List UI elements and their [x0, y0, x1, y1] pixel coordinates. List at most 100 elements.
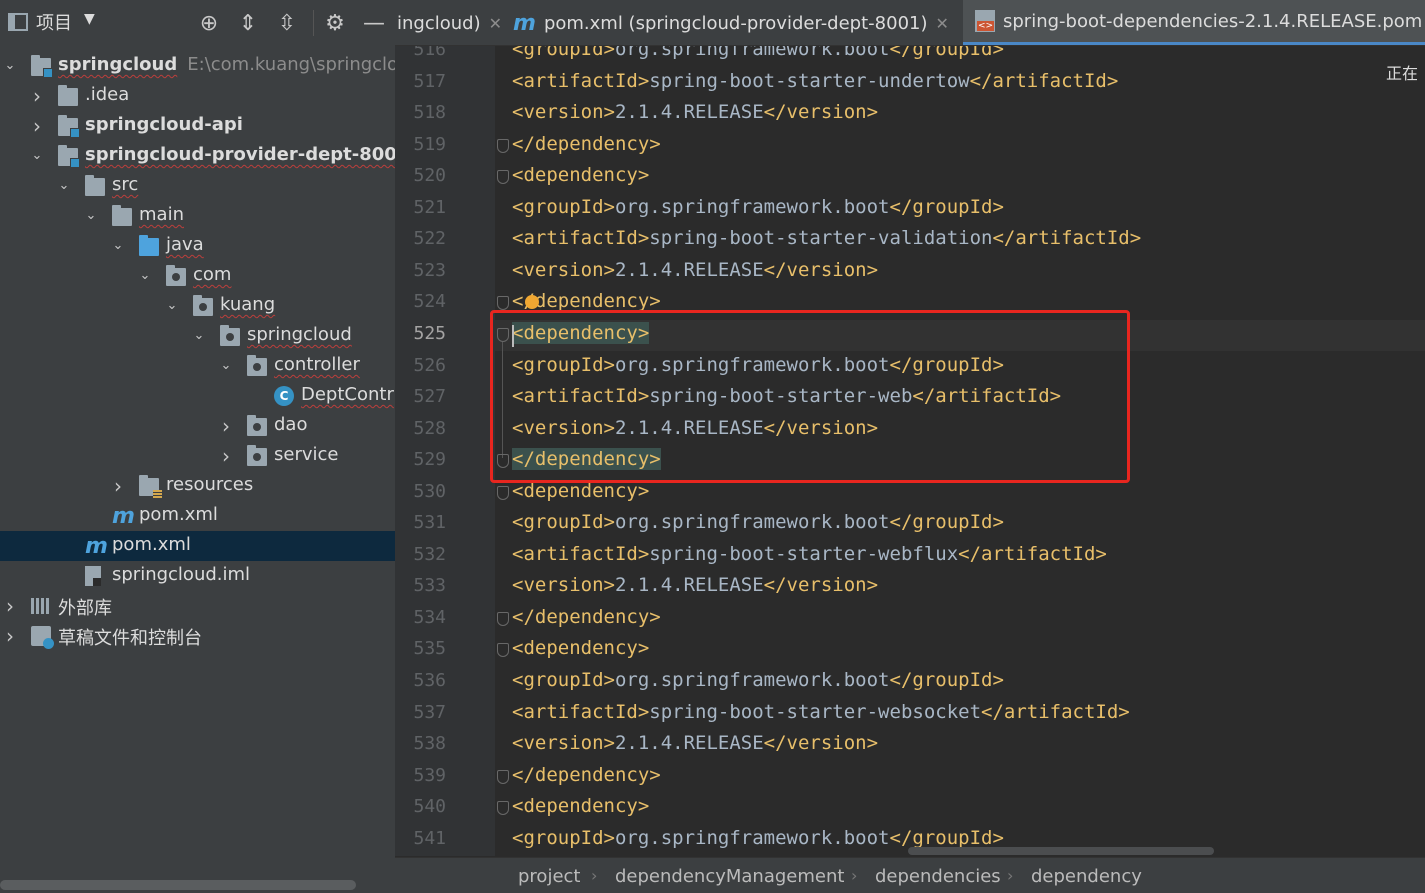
line-number: 540 — [413, 796, 446, 818]
fold-marker-icon[interactable] — [497, 643, 509, 658]
xml-tag: <version> — [512, 732, 615, 755]
line-number: 524 — [413, 291, 446, 313]
tree-item[interactable]: › 外部库 — [0, 591, 395, 621]
tree-item[interactable]: ⌄ java — [0, 231, 395, 261]
tree-item[interactable]: › 草稿文件和控制台 — [0, 621, 395, 651]
tab-springcloud[interactable]: ingcloud) ✕ — [395, 0, 512, 45]
hide-panel-icon[interactable]: — — [361, 10, 387, 36]
fold-marker-icon[interactable] — [497, 170, 509, 185]
chevron-right-icon[interactable]: › — [4, 626, 16, 646]
editor-tab-bar: ingcloud) ✕ m pom.xml (springcloud-provi… — [395, 0, 1425, 46]
tree-item-label: pom.xml — [139, 504, 218, 525]
chevron-down-icon[interactable]: ⌄ — [31, 149, 43, 162]
tree-item[interactable]: ⌄ springcloud-provider-dept-8001 — [0, 141, 395, 171]
package-icon — [247, 415, 267, 436]
xml-tag: <groupId> — [512, 511, 615, 534]
locate-file-icon[interactable]: ⊕ — [196, 10, 222, 36]
chevron-right-icon[interactable]: › — [220, 446, 232, 466]
tree-item[interactable]: › springcloud-api — [0, 111, 395, 141]
tree-item[interactable]: ⌄ controller — [0, 351, 395, 381]
panel-horizontal-scrollbar[interactable] — [0, 880, 356, 890]
chevron-right-icon[interactable]: › — [4, 596, 16, 616]
tree-item[interactable]: ⌄ src — [0, 171, 395, 201]
fold-marker-icon[interactable] — [497, 611, 509, 626]
tab-pom-provider[interactable]: m pom.xml (springcloud-provider-dept-800… — [513, 0, 959, 45]
chevron-right-icon[interactable]: › — [31, 86, 43, 106]
xml-text: spring-boot-starter-websocket — [649, 700, 982, 723]
line-number: 532 — [413, 543, 446, 565]
tree-item[interactable]: ⌄ springcloud E:\com.kuang\springclou — [0, 51, 395, 81]
project-toolbar: 项目 ▼ ⊕ ⇕ ⇳ ⚙ — — [0, 0, 395, 46]
chevron-right-icon[interactable]: › — [112, 476, 124, 496]
fold-marker-icon[interactable] — [497, 138, 509, 153]
tree-item[interactable]: ⌄ main — [0, 201, 395, 231]
chevron-down-icon[interactable]: ⌄ — [220, 359, 232, 372]
tree-item[interactable]: C DeptContr — [0, 381, 395, 411]
iml-file-icon — [85, 566, 101, 586]
maven-icon: m — [513, 10, 536, 36]
tab-spring-boot-dependencies[interactable]: spring-boot-dependencies-2.1.4.RELEASE.p… — [963, 0, 1425, 45]
fold-marker-icon[interactable] — [497, 296, 509, 311]
tree-item-label: dao — [274, 414, 308, 435]
chevron-down-icon[interactable]: ⌄ — [85, 209, 97, 222]
chevron-down-icon[interactable]: ▼ — [84, 11, 95, 27]
line-number: 539 — [413, 764, 446, 786]
chevron-right-icon[interactable]: › — [220, 416, 232, 436]
xml-tag: <groupId> — [512, 46, 615, 60]
tree-item-label: springcloud-api — [85, 114, 243, 135]
xml-text: spring-boot-starter-validation — [649, 227, 993, 250]
chevron-right-icon[interactable]: › — [31, 116, 43, 136]
tree-item[interactable]: › .idea — [0, 81, 395, 111]
breadcrumb-item[interactable]: project — [518, 866, 580, 887]
tree-item-label: 外部库 — [58, 598, 112, 619]
package-icon — [166, 265, 186, 286]
fold-marker-icon[interactable] — [497, 801, 509, 816]
xml-tag: <dependency> — [512, 164, 650, 187]
chevron-down-icon[interactable]: ⌄ — [193, 329, 205, 342]
code-line: <version>2.1.4.RELEASE</version> — [512, 259, 878, 281]
project-panel: 项目 ▼ ⊕ ⇕ ⇳ ⚙ — ⌄ springcloud E:\com.kuang\… — [0, 0, 395, 893]
tree-item-label: 草稿文件和控制台 — [58, 628, 202, 649]
code-line: </dependency> — [512, 764, 661, 786]
code-line: <artifactId>spring-boot-starter-webflux<… — [512, 543, 1107, 565]
breadcrumb-item[interactable]: dependency — [1031, 866, 1142, 887]
tree-item[interactable]: m pom.xml — [0, 531, 395, 561]
module-folder-icon — [58, 145, 80, 168]
xml-tag: <artifactId> — [512, 227, 650, 250]
xml-tag: <groupId> — [512, 195, 615, 218]
tree-item[interactable]: m pom.xml — [0, 501, 395, 531]
xml-tag: </dependency> — [512, 132, 661, 155]
chevron-down-icon[interactable]: ⌄ — [166, 299, 178, 312]
tree-item[interactable]: springcloud.iml — [0, 561, 395, 591]
tree-item[interactable]: › resources — [0, 471, 395, 501]
tree-item[interactable]: ⌄ kuang — [0, 291, 395, 321]
xml-tag: <artifactId> — [512, 542, 650, 565]
chevron-down-icon[interactable]: ⌄ — [139, 269, 151, 282]
fold-marker-icon[interactable] — [497, 485, 509, 500]
code-line: <version>2.1.4.RELEASE</version> — [512, 732, 878, 754]
breadcrumb: project › dependencyManagement › dependencie… — [395, 857, 1425, 893]
gear-icon[interactable]: ⚙ — [322, 10, 348, 36]
editor-horizontal-scrollbar[interactable] — [908, 847, 1214, 855]
close-icon[interactable]: ✕ — [936, 14, 949, 33]
xml-tag: </version> — [763, 101, 879, 124]
pom-file-icon — [975, 10, 995, 32]
chevron-down-icon[interactable]: ⌄ — [58, 179, 70, 192]
breadcrumb-separator-icon: › — [591, 866, 598, 885]
close-icon[interactable]: ✕ — [489, 14, 502, 33]
fold-marker-icon[interactable] — [497, 769, 509, 784]
chevron-down-icon[interactable]: ⌄ — [112, 239, 124, 252]
xml-tag: <version> — [512, 574, 615, 597]
expand-all-icon[interactable]: ⇕ — [235, 10, 261, 36]
tree-item[interactable]: ⌄ com — [0, 261, 395, 291]
tree-item[interactable]: › service — [0, 441, 395, 471]
line-number: 529 — [413, 449, 446, 471]
line-number: 525 — [413, 322, 446, 344]
tree-item[interactable]: › dao — [0, 411, 395, 441]
breadcrumb-item[interactable]: dependencies — [875, 866, 1001, 887]
tree-item[interactable]: ⌄ springcloud — [0, 321, 395, 351]
collapse-all-icon[interactable]: ⇳ — [274, 10, 300, 36]
chevron-down-icon[interactable]: ⌄ — [4, 59, 16, 72]
project-view-title[interactable]: 项目 — [36, 9, 72, 35]
breadcrumb-item[interactable]: dependencyManagement — [615, 866, 844, 887]
